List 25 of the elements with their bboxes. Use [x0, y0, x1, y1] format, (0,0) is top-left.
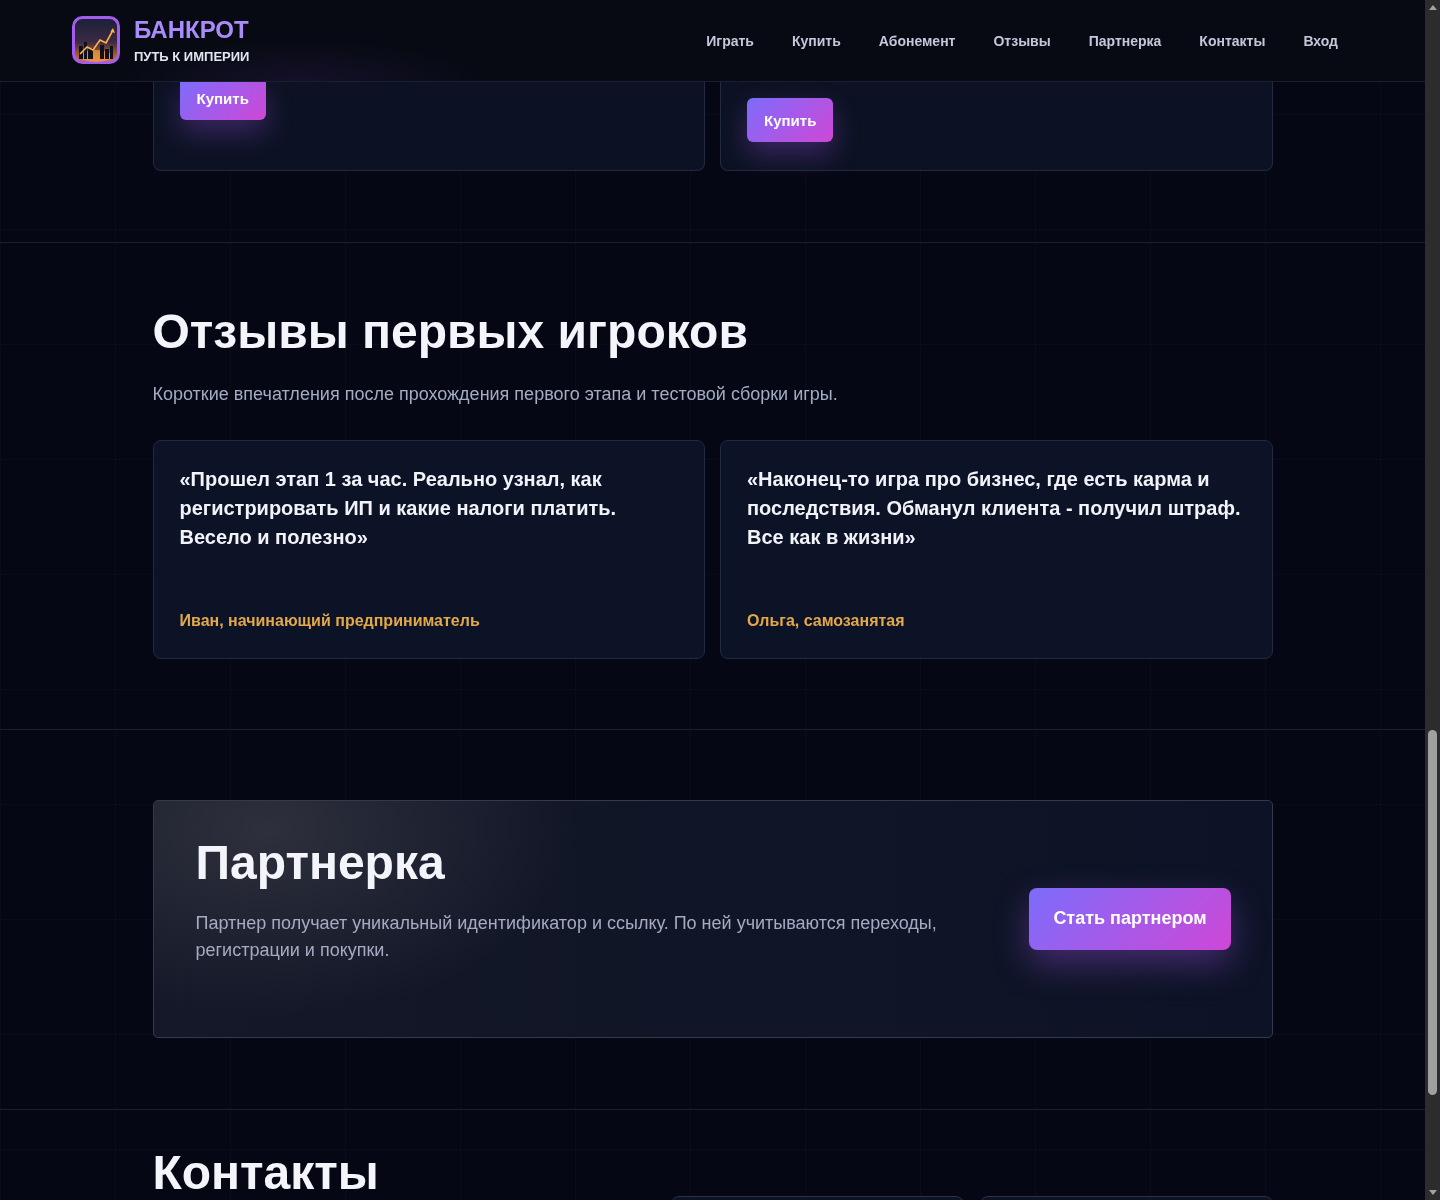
- nav-link[interactable]: Отзывы: [993, 32, 1051, 49]
- partner-title: Партнерка: [195, 836, 446, 890]
- logo-icon[interactable]: [72, 16, 120, 65]
- nav-link[interactable]: Вход: [1303, 32, 1338, 49]
- scrollbar-thumb[interactable]: [1428, 730, 1437, 1095]
- nav-link[interactable]: Контакты: [1199, 32, 1266, 49]
- nav-link[interactable]: Абонемент: [878, 32, 956, 49]
- section-title: Отзывы первых игроков: [152, 306, 749, 359]
- nav-link[interactable]: Играть: [706, 32, 754, 49]
- brand-tagline: ПУТЬ К ИМПЕРИИ: [134, 49, 250, 65]
- become-partner-button[interactable]: Стать партнером: [1029, 887, 1231, 950]
- buy-button[interactable]: Купить: [747, 98, 834, 142]
- section-title: Контакты: [152, 1147, 379, 1198]
- buy-button[interactable]: Купить: [179, 82, 266, 120]
- review-quote: «Прошел этап 1 за час. Реально узнал, как регистрировать ИП и какие налоги платить. Весело и полезно»: [179, 466, 618, 550]
- section-subtitle: Короткие впечатления после прохождения первого этапа и тестовой сборки игры.: [152, 382, 839, 406]
- review-author: Ольга, самозанятая: [747, 610, 905, 631]
- scroll-up-icon[interactable]: [1428, 5, 1437, 10]
- review-author: Иван, начинающий предприниматель: [179, 610, 480, 631]
- nav-link[interactable]: Купить: [791, 32, 841, 49]
- nav-link[interactable]: Партнерка: [1088, 32, 1162, 49]
- brand-name[interactable]: БАНКРОТ: [134, 16, 250, 46]
- partner-description: Партнер получает уникальный идентификатор и ссылку. По ней учитываются переходы, регистрации и покупки.: [195, 911, 938, 962]
- scroll-down-icon[interactable]: [1428, 1190, 1437, 1195]
- review-quote: «Наконец-то игра про бизнес, где есть карма и последствия. Обманул клиента - получил штраф. Все как в жизни»: [747, 466, 1242, 550]
